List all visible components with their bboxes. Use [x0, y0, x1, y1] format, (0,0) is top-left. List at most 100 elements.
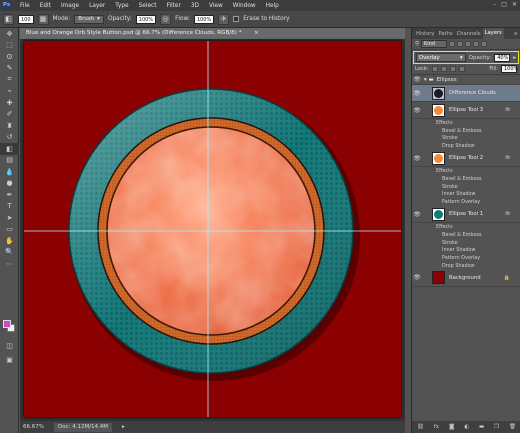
path-select-tool-icon[interactable]: ➤ — [0, 212, 19, 224]
effect-item[interactable]: Pattern Overlay — [412, 254, 520, 262]
minimize-button[interactable]: – — [493, 1, 496, 8]
menu-edit[interactable]: Edit — [35, 3, 56, 9]
effects-label-row[interactable]: Effects — [412, 119, 520, 127]
filter-shape-icon[interactable] — [473, 41, 480, 47]
canvas-area[interactable] — [20, 39, 405, 421]
effect-item[interactable]: Drop Shadow — [412, 142, 520, 150]
mask-icon[interactable]: ◙ — [449, 424, 454, 430]
effects-label-row[interactable]: Effects — [412, 223, 520, 231]
effect-item[interactable]: Pattern Overlay — [412, 198, 520, 206]
maximize-button[interactable]: □ — [501, 1, 507, 8]
brush-tool-icon[interactable]: ✐ — [0, 109, 19, 121]
mode-select[interactable]: Brush ▾ — [74, 14, 104, 24]
fx-icon[interactable]: fx — [505, 211, 510, 217]
airbrush-icon[interactable]: ✈ — [218, 13, 230, 25]
tab-paths[interactable]: Paths — [436, 31, 454, 37]
clone-stamp-tool-icon[interactable]: ♜ — [0, 120, 19, 132]
effect-item[interactable]: Stroke — [412, 183, 520, 191]
status-arrow-icon[interactable]: ▸ — [122, 424, 125, 430]
folder-icon[interactable]: ▬ — [479, 424, 484, 430]
eraser-tool-icon[interactable]: ◧ — [0, 143, 19, 155]
layer-ellipse-tool-2[interactable]: 👁 Ellipse Tool 2 fx — [412, 150, 520, 168]
layer-background[interactable]: 👁 Background 🔒 — [412, 270, 520, 287]
brush-size-field[interactable]: 100 — [18, 14, 34, 24]
effect-item[interactable]: Stroke — [412, 239, 520, 247]
new-layer-icon[interactable]: ❐ — [494, 424, 499, 430]
layer-ellipse-tool-3[interactable]: 👁 Ellipse Tool 3 fx — [412, 102, 520, 119]
quick-mask-icon[interactable]: ◫ — [0, 340, 19, 352]
visibility-eye-icon[interactable]: 👁 — [412, 90, 422, 97]
effect-item[interactable]: Inner Shadow — [412, 247, 520, 255]
blur-tool-icon[interactable]: 💧 — [0, 166, 19, 178]
lock-pixels-icon[interactable] — [440, 66, 447, 72]
hand-tool-icon[interactable]: ✋ — [0, 235, 19, 247]
pen-tool-icon[interactable]: ✒ — [0, 189, 19, 201]
visibility-eye-icon[interactable]: 👁 — [412, 274, 422, 281]
blend-mode-select[interactable]: Overlay ▾ — [416, 53, 466, 62]
lock-all-icon[interactable] — [458, 66, 465, 72]
brush-panel-icon[interactable]: ▦ — [37, 13, 49, 25]
kind-filter-select[interactable]: Kind — [421, 40, 448, 48]
shape-tool-icon[interactable]: ▭ — [0, 224, 19, 236]
tab-history[interactable]: History — [414, 31, 436, 37]
effect-item[interactable]: Bevel & Emboss — [412, 127, 520, 135]
flow-field[interactable]: 100% — [193, 14, 215, 24]
fill-field[interactable]: 100% — [501, 65, 518, 73]
layer-difference-clouds[interactable]: 👁 Difference Clouds — [412, 85, 520, 102]
history-brush-tool-icon[interactable]: ↺ — [0, 132, 19, 144]
chevron-down-icon[interactable]: ▾ — [424, 77, 427, 83]
visibility-eye-icon[interactable]: 👁 — [412, 155, 422, 162]
fx-icon[interactable]: fx — [505, 107, 510, 113]
menu-layer[interactable]: Layer — [84, 3, 110, 9]
visibility-eye-icon[interactable]: 👁 — [412, 107, 422, 114]
visibility-eye-icon[interactable]: 👁 — [412, 76, 422, 83]
effect-item[interactable]: Inner Shadow — [412, 191, 520, 199]
layer-ellipse-tool-1[interactable]: 👁 Ellipse Tool 1 fx — [412, 206, 520, 224]
healing-tool-icon[interactable]: ✚ — [0, 97, 19, 109]
crop-tool-icon[interactable]: ⌗ — [0, 74, 19, 86]
marquee-tool-icon[interactable]: ⬚ — [0, 40, 19, 52]
eyedropper-tool-icon[interactable]: ⌁ — [0, 86, 19, 98]
more-tools-icon[interactable]: ⋯ — [0, 258, 19, 270]
quick-select-tool-icon[interactable]: ✎ — [0, 63, 19, 75]
document-tab[interactable]: Blue and Orange Orb Style Button.psd @ 6… — [20, 28, 405, 39]
effect-item[interactable]: Bevel & Emboss — [412, 175, 520, 183]
filter-type-icon[interactable] — [465, 41, 472, 47]
opacity-field[interactable]: 100% — [135, 14, 157, 24]
menu-type[interactable]: Type — [110, 3, 133, 9]
effect-item[interactable]: Drop Shadow — [412, 262, 520, 270]
gradient-tool-icon[interactable]: ▤ — [0, 155, 19, 167]
layer-group-ellipses[interactable]: 👁 ▾ ▬ Ellipses — [412, 75, 520, 85]
trash-icon[interactable]: 🗑 — [509, 424, 516, 430]
fx-icon[interactable]: fx — [434, 424, 439, 430]
menu-select[interactable]: Select — [134, 3, 162, 9]
move-tool-icon[interactable]: ✥ — [0, 28, 19, 40]
menu-image[interactable]: Image — [56, 3, 84, 9]
menu-filter[interactable]: Filter — [161, 3, 185, 9]
type-tool-icon[interactable]: T — [0, 201, 19, 213]
link-icon[interactable]: ⛓ — [417, 424, 424, 430]
erase-history-checkbox[interactable] — [233, 16, 240, 22]
lasso-tool-icon[interactable]: ʘ — [0, 51, 19, 63]
screen-mode-icon[interactable]: ▣ — [0, 354, 19, 366]
fx-icon[interactable]: fx — [505, 155, 510, 161]
doc-size[interactable]: Doc: 4.12M/14.4M — [53, 422, 113, 432]
menu-view[interactable]: View — [204, 3, 228, 9]
effect-item[interactable]: Bevel & Emboss — [412, 231, 520, 239]
dodge-tool-icon[interactable]: ● — [0, 178, 19, 190]
pressure-opacity-icon[interactable]: ◎ — [160, 13, 172, 25]
filter-pixel-icon[interactable] — [449, 41, 456, 47]
effect-item[interactable]: Stroke — [412, 135, 520, 143]
lock-transparency-icon[interactable] — [431, 66, 438, 72]
foreground-color-swatch[interactable] — [3, 320, 11, 328]
close-window-button[interactable]: ✕ — [512, 1, 517, 8]
opacity-slider-arrow-icon[interactable]: ▸ — [513, 55, 516, 61]
adjust-icon[interactable]: ◐ — [464, 424, 469, 430]
tab-channels[interactable]: Channels — [455, 31, 483, 37]
eraser-tool-preset-icon[interactable]: ◧ — [3, 13, 14, 25]
menu-window[interactable]: Window — [228, 3, 261, 9]
filter-smart-icon[interactable] — [481, 41, 488, 47]
zoom-tool-icon[interactable]: 🔍 — [0, 247, 19, 259]
menu-file[interactable]: File — [15, 3, 35, 9]
menu-help[interactable]: Help — [261, 3, 284, 9]
